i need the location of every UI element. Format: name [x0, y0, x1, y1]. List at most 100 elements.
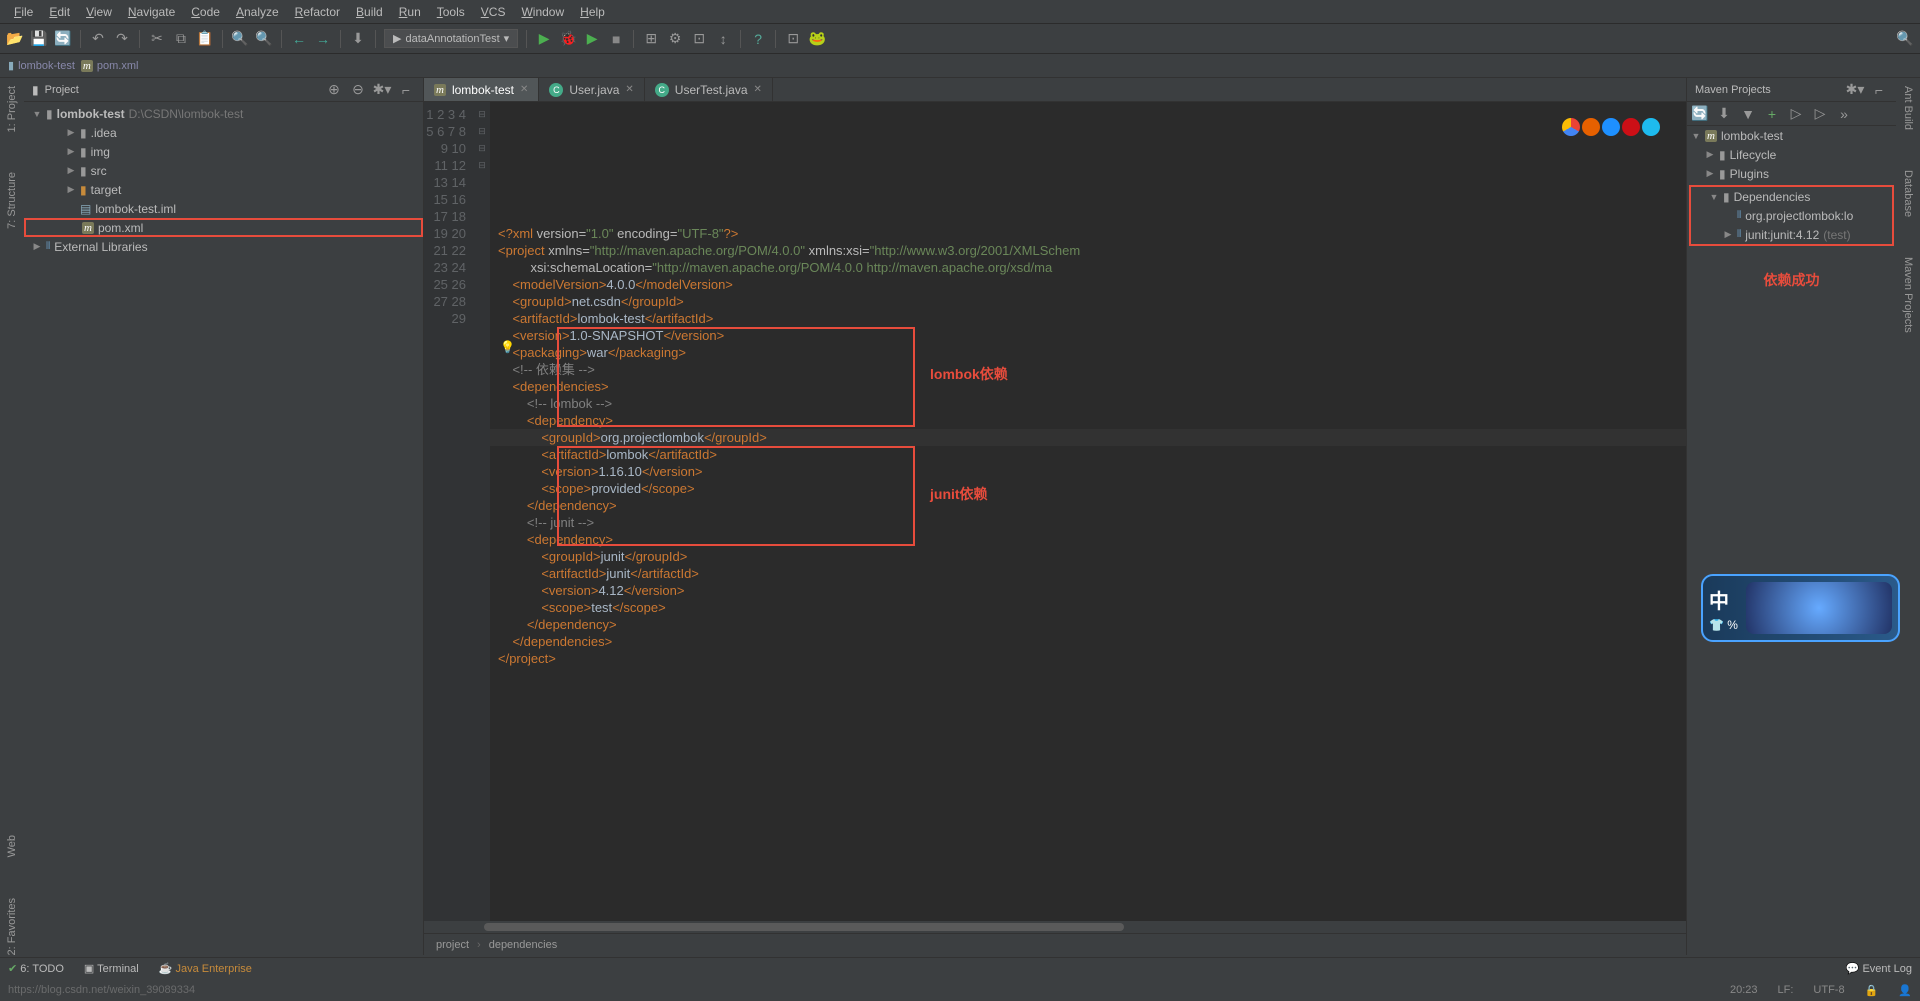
- tree-external-libraries[interactable]: ▶ ⫴ External Libraries: [24, 237, 423, 256]
- open-icon[interactable]: 📂: [6, 30, 24, 48]
- find-icon[interactable]: 🔍: [231, 30, 249, 48]
- tool1-icon[interactable]: ⊞: [642, 30, 660, 48]
- file-encoding[interactable]: UTF-8: [1813, 984, 1844, 996]
- h-scrollbar[interactable]: [424, 921, 1686, 933]
- menu-build[interactable]: Build: [348, 5, 391, 19]
- tree-folder-.idea[interactable]: ▶▮.idea: [24, 123, 423, 142]
- maven-plugins[interactable]: ▶ ▮ Plugins: [1687, 164, 1896, 183]
- cursor-position[interactable]: 20:23: [1730, 984, 1758, 996]
- paste-icon[interactable]: 📋: [196, 30, 214, 48]
- reimport-icon[interactable]: 🔄: [1691, 105, 1709, 123]
- code-editor[interactable]: 1 2 3 4 5 6 7 8 9 10 11 12 13 14 15 16 1…: [424, 102, 1686, 921]
- lock-icon[interactable]: 🔒: [1865, 984, 1879, 997]
- chrome-icon[interactable]: [1562, 118, 1580, 136]
- maven-dependencies[interactable]: ▼ ▮ Dependencies: [1691, 187, 1892, 206]
- tree-folder-src[interactable]: ▶▮src: [24, 161, 423, 180]
- editor-tab-UserTest.java[interactable]: CUserTest.java✕: [645, 78, 773, 101]
- help-icon[interactable]: ?: [749, 30, 767, 48]
- maven-lifecycle[interactable]: ▶ ▮ Lifecycle: [1687, 145, 1896, 164]
- coverage-icon[interactable]: ▶: [583, 30, 601, 48]
- menu-refactor[interactable]: Refactor: [287, 5, 348, 19]
- copy-icon[interactable]: ⧉: [172, 30, 190, 48]
- line-separator[interactable]: LF:: [1778, 984, 1794, 996]
- ime-floater[interactable]: 中 👕 %: [1701, 574, 1900, 642]
- expand-icon[interactable]: ▶: [66, 165, 76, 176]
- tab-terminal[interactable]: ▣ Terminal: [84, 962, 139, 975]
- tab-structure[interactable]: 7: Structure: [6, 172, 18, 229]
- undo-icon[interactable]: ↶: [89, 30, 107, 48]
- code-content[interactable]: lombok依赖 junit依赖 <?xml version="1.0" enc…: [490, 102, 1686, 921]
- tree-root[interactable]: ▼ ▮ lombok-test D:\CSDN\lombok-test: [24, 104, 423, 123]
- nav-project[interactable]: ▮ lombok-test: [8, 59, 75, 72]
- settings-icon[interactable]: ✱▾: [1846, 81, 1864, 99]
- execute-icon[interactable]: ▷: [1811, 105, 1829, 123]
- tool5-icon[interactable]: ⊡: [784, 30, 802, 48]
- opera-icon[interactable]: [1622, 118, 1640, 136]
- add-icon[interactable]: +: [1763, 105, 1781, 123]
- menu-edit[interactable]: Edit: [41, 5, 78, 19]
- close-tab-icon[interactable]: ✕: [754, 84, 762, 95]
- expand-icon[interactable]: ▼: [1691, 131, 1701, 141]
- stop-icon[interactable]: ■: [607, 30, 625, 48]
- expand-icon[interactable]: ▶: [1723, 229, 1733, 240]
- firefox-icon[interactable]: [1582, 118, 1600, 136]
- menu-navigate[interactable]: Navigate: [120, 5, 183, 19]
- hide-icon[interactable]: ⌐: [397, 81, 415, 99]
- debug-icon[interactable]: 🐞: [559, 30, 577, 48]
- run-icon[interactable]: ▶: [535, 30, 553, 48]
- forward-icon[interactable]: →: [314, 30, 332, 48]
- collapse-icon[interactable]: ⊕: [325, 81, 343, 99]
- maven-project-node[interactable]: ▼ m lombok-test: [1687, 126, 1896, 145]
- expand-icon[interactable]: ▶: [66, 146, 76, 157]
- expand-icon[interactable]: ▶: [66, 184, 76, 195]
- tool6-icon[interactable]: 🐸: [808, 30, 826, 48]
- tab-event-log[interactable]: 💬 Event Log: [1846, 962, 1912, 975]
- menu-code[interactable]: Code: [183, 5, 228, 19]
- tab-maven-projects[interactable]: Maven Projects: [1902, 257, 1914, 333]
- search-everywhere-icon[interactable]: 🔍: [1896, 30, 1914, 48]
- tree-folder-target[interactable]: ▶▮target: [24, 180, 423, 199]
- ie-icon[interactable]: [1642, 118, 1660, 136]
- menu-analyze[interactable]: Analyze: [228, 5, 287, 19]
- tab-web[interactable]: Web: [6, 835, 18, 857]
- generate-icon[interactable]: ⬇: [1715, 105, 1733, 123]
- nav-file[interactable]: m pom.xml: [81, 60, 139, 72]
- sync-icon[interactable]: 🔄: [54, 30, 72, 48]
- tab-project[interactable]: 1: Project: [6, 86, 18, 132]
- run-config-dropdown[interactable]: ▶ dataAnnotationTest ▾: [384, 29, 518, 48]
- tab-database[interactable]: Database: [1902, 170, 1914, 217]
- tab-favorites[interactable]: 2: Favorites: [6, 898, 18, 955]
- hide-icon[interactable]: ⌐: [1870, 81, 1888, 99]
- intention-bulb-icon[interactable]: 💡: [500, 340, 515, 354]
- tab-java-enterprise[interactable]: ☕ Java Enterprise: [159, 962, 252, 975]
- tab-todo[interactable]: ✔ 6: TODO: [8, 962, 64, 975]
- menu-window[interactable]: Window: [513, 5, 572, 19]
- replace-icon[interactable]: 🔍: [255, 30, 273, 48]
- more-icon[interactable]: »: [1835, 105, 1853, 123]
- menu-help[interactable]: Help: [572, 5, 613, 19]
- tool3-icon[interactable]: ⊡: [690, 30, 708, 48]
- settings-icon[interactable]: ✱▾: [373, 81, 391, 99]
- save-all-icon[interactable]: 💾: [30, 30, 48, 48]
- expand-icon[interactable]: ▶: [32, 241, 42, 252]
- cut-icon[interactable]: ✂: [148, 30, 166, 48]
- maven-dep-junit[interactable]: ▶ ⫴ junit:junit:4.12 (test): [1691, 225, 1892, 244]
- breadcrumb-item[interactable]: project: [436, 939, 469, 951]
- editor-tab-User.java[interactable]: CUser.java✕: [539, 78, 644, 101]
- menu-run[interactable]: Run: [391, 5, 429, 19]
- redo-icon[interactable]: ↷: [113, 30, 131, 48]
- expand-icon[interactable]: ▶: [1705, 149, 1715, 160]
- close-tab-icon[interactable]: ✕: [625, 84, 633, 95]
- menu-tools[interactable]: Tools: [429, 5, 473, 19]
- menu-file[interactable]: File: [6, 5, 41, 19]
- tree-file-pom[interactable]: m pom.xml: [24, 218, 423, 237]
- project-panel-title[interactable]: Project: [45, 84, 319, 96]
- tree-file-iml[interactable]: ▤ lombok-test.iml: [24, 199, 423, 218]
- expand-icon[interactable]: ▼: [1709, 192, 1719, 202]
- scroll-to-icon[interactable]: ⊖: [349, 81, 367, 99]
- editor-tab-lombok-test[interactable]: mlombok-test✕: [424, 78, 539, 101]
- hector-icon[interactable]: 👤: [1898, 984, 1912, 997]
- close-tab-icon[interactable]: ✕: [520, 84, 528, 95]
- breadcrumb-item[interactable]: dependencies: [489, 939, 558, 951]
- menu-view[interactable]: View: [78, 5, 120, 19]
